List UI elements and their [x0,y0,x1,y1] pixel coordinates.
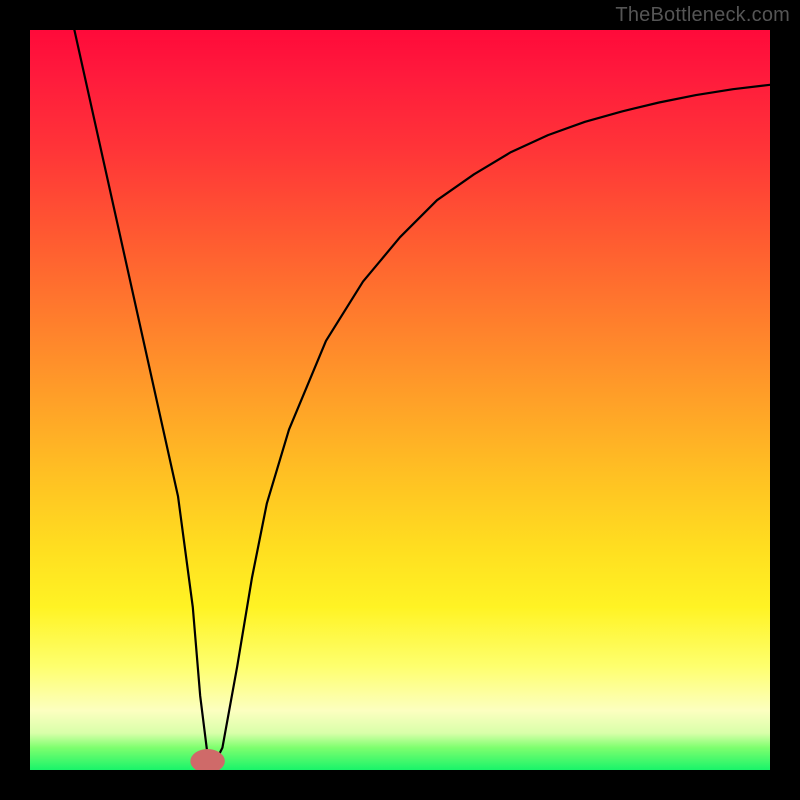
plot-area [30,30,770,770]
curve-svg [30,30,770,770]
watermark-text: TheBottleneck.com [615,4,790,27]
bottleneck-curve [74,30,770,763]
chart-frame: TheBottleneck.com [0,0,800,800]
optimum-marker [191,749,225,770]
